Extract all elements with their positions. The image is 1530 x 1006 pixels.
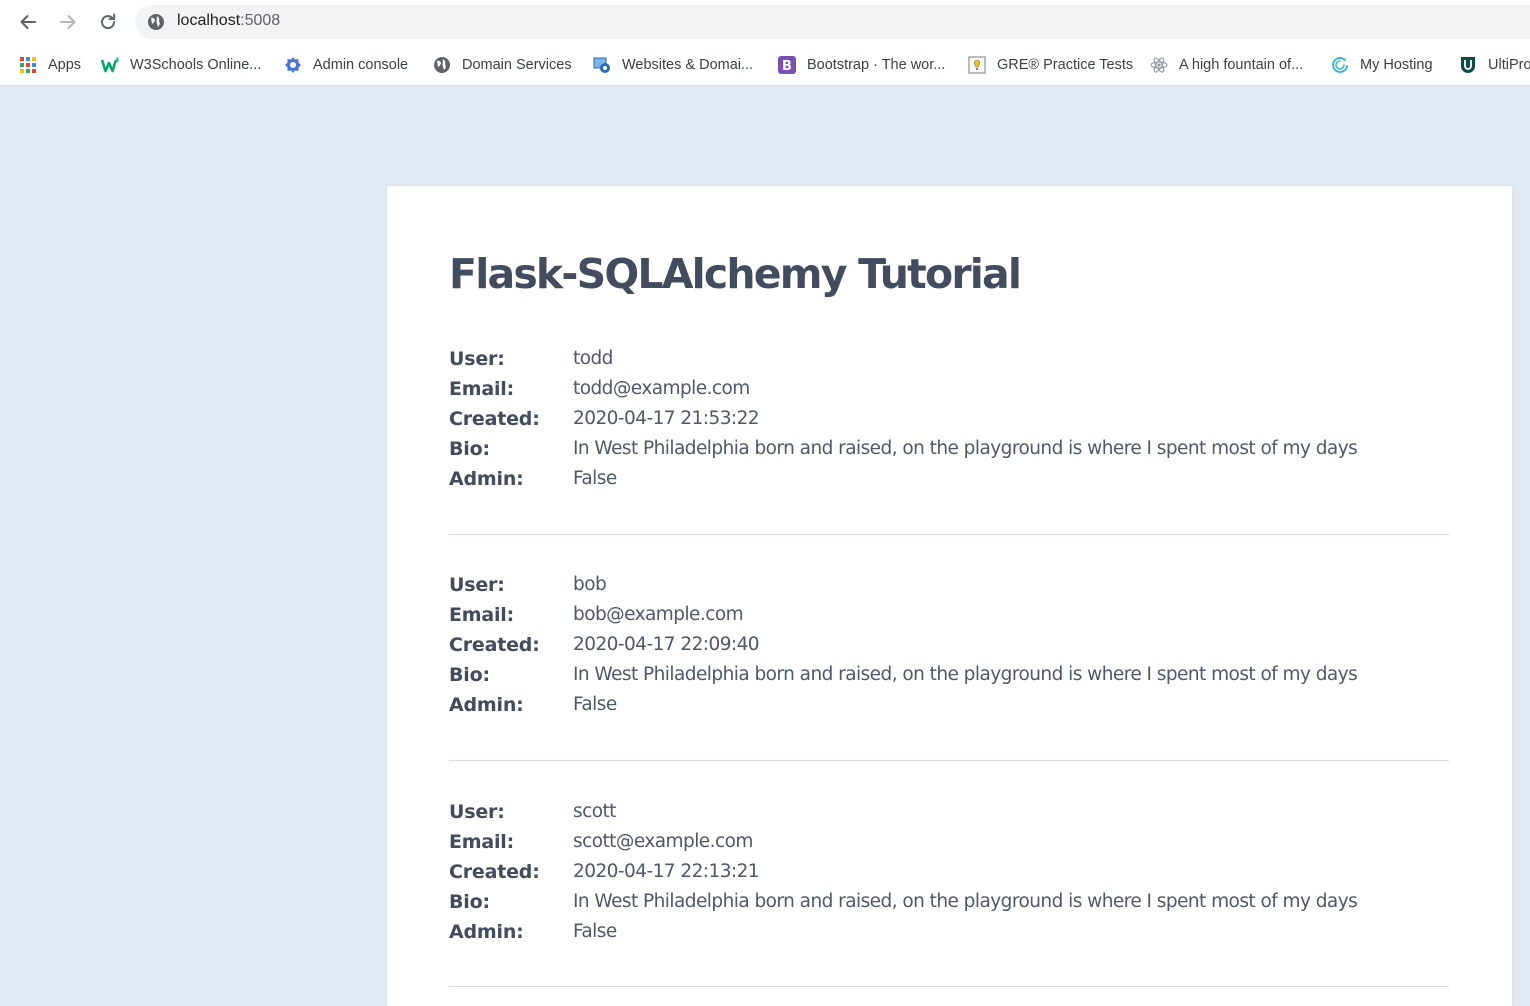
created-value: 2020-04-17 22:13:21 <box>573 861 760 882</box>
address-bar[interactable]: localhost:5008 <box>135 5 1530 39</box>
admin-label: Admin: <box>449 468 524 490</box>
url-host: localhost <box>177 12 241 29</box>
hosting-icon <box>1332 57 1348 73</box>
created-value: 2020-04-17 21:53:22 <box>573 408 760 429</box>
bookmark-label: Admin console <box>313 57 409 73</box>
bio-label: Bio: <box>449 664 490 686</box>
bookmarks-bar: Apps 3 W3Schools Online... Admin console… <box>0 45 1530 86</box>
forward-arrow-icon <box>60 15 76 29</box>
bookmark-bootstrap[interactable]: B Bootstrap · The wor... <box>778 52 945 78</box>
user-row: User: todd <box>449 348 1449 378</box>
url-text[interactable]: localhost:5008 <box>177 12 280 30</box>
bio-value: In West Philadelphia born and raised, on… <box>573 664 1358 685</box>
email-label: Email: <box>449 378 515 400</box>
email-row: Email: todd@example.com <box>449 378 1449 408</box>
bookmark-label: Apps <box>48 57 82 73</box>
user-label: User: <box>449 348 505 370</box>
record-divider <box>449 760 1449 761</box>
user-label: User: <box>449 801 505 823</box>
bookmark-label: A high fountain of... <box>1179 57 1304 73</box>
bio-row: Bio: In West Philadelphia born and raise… <box>449 664 1449 694</box>
bookmark-label: Domain Services <box>462 57 572 73</box>
url-port: :5008 <box>240 12 281 29</box>
email-value: bob@example.com <box>573 604 744 625</box>
bookmark-ultipro[interactable]: UltiPro <box>1459 52 1530 78</box>
reload-button[interactable] <box>93 7 123 37</box>
bookmark-label: GRE® Practice Tests <box>997 57 1134 73</box>
user-row: User: scott <box>449 801 1449 831</box>
created-value: 2020-04-17 22:09:40 <box>573 634 760 655</box>
globe-icon <box>434 57 450 73</box>
bio-label: Bio: <box>449 438 490 460</box>
email-row: Email: scott@example.com <box>449 831 1449 861</box>
admin-value: False <box>573 694 617 715</box>
site-info-globe-icon[interactable] <box>147 13 165 31</box>
created-label: Created: <box>449 408 540 430</box>
user-value: todd <box>573 348 613 369</box>
back-arrow-icon <box>20 15 36 29</box>
bookmark-label: UltiPro <box>1488 57 1530 73</box>
user-value: bob <box>573 574 607 595</box>
admin-row: Admin: False <box>449 921 1449 951</box>
bookmark-domain-services[interactable]: Domain Services <box>433 52 572 78</box>
bookmark-apps[interactable]: Apps <box>19 52 81 78</box>
browser-toolbar: localhost:5008 <box>0 0 1530 45</box>
apps-grid-icon <box>20 57 36 73</box>
user-label: User: <box>449 574 505 596</box>
bio-value: In West Philadelphia born and raised, on… <box>573 438 1358 459</box>
record-divider <box>449 534 1449 535</box>
bootstrap-icon: B <box>778 56 796 74</box>
svg-text:3: 3 <box>115 57 119 64</box>
gre-icon <box>968 56 986 74</box>
user-value: scott <box>573 801 616 822</box>
created-label: Created: <box>449 861 540 883</box>
websites-icon <box>593 57 610 73</box>
created-row: Created: 2020-04-17 22:09:40 <box>449 634 1449 664</box>
email-value: scott@example.com <box>573 831 753 852</box>
bookmark-label: W3Schools Online... <box>130 57 262 73</box>
bookmark-websites-domains[interactable]: Websites & Domai... <box>593 52 753 78</box>
page-title: Flask-SQLAlchemy Tutorial <box>449 250 1022 298</box>
bio-row: Bio: In West Philadelphia born and raise… <box>449 891 1449 921</box>
bio-row: Bio: In West Philadelphia born and raise… <box>449 438 1449 468</box>
bookmark-label: My Hosting <box>1360 57 1433 73</box>
atom-icon <box>1150 57 1168 73</box>
admin-console-icon <box>285 57 301 73</box>
w3schools-icon: 3 <box>101 57 119 73</box>
user-row: User: bob <box>449 574 1449 604</box>
content-card: Flask-SQLAlchemy Tutorial User: todd Ema… <box>387 186 1512 1006</box>
bookmark-my-hosting[interactable]: My Hosting <box>1331 52 1433 78</box>
forward-button[interactable] <box>53 7 83 37</box>
bookmark-gre-practice[interactable]: GRE® Practice Tests <box>968 52 1133 78</box>
admin-label: Admin: <box>449 921 524 943</box>
admin-label: Admin: <box>449 694 524 716</box>
back-button[interactable] <box>13 7 43 37</box>
bio-value: In West Philadelphia born and raised, on… <box>573 891 1358 912</box>
bookmark-admin-console[interactable]: Admin console <box>284 52 408 78</box>
email-label: Email: <box>449 604 515 626</box>
admin-value: False <box>573 468 617 489</box>
bookmark-label: Websites & Domai... <box>622 57 754 73</box>
created-label: Created: <box>449 634 540 656</box>
admin-row: Admin: False <box>449 694 1449 724</box>
email-label: Email: <box>449 831 515 853</box>
bookmark-high-fountain[interactable]: A high fountain of... <box>1150 52 1303 78</box>
email-row: Email: bob@example.com <box>449 604 1449 634</box>
admin-row: Admin: False <box>449 468 1449 498</box>
ultipro-icon <box>1461 57 1475 73</box>
bookmark-label: Bootstrap · The wor... <box>807 57 946 73</box>
created-row: Created: 2020-04-17 21:53:22 <box>449 408 1449 438</box>
created-row: Created: 2020-04-17 22:13:21 <box>449 861 1449 891</box>
admin-value: False <box>573 921 617 942</box>
reload-icon <box>101 13 116 30</box>
email-value: todd@example.com <box>573 378 750 399</box>
svg-text:B: B <box>782 59 792 74</box>
bookmark-w3schools[interactable]: 3 W3Schools Online... <box>101 52 261 78</box>
bio-label: Bio: <box>449 891 490 913</box>
